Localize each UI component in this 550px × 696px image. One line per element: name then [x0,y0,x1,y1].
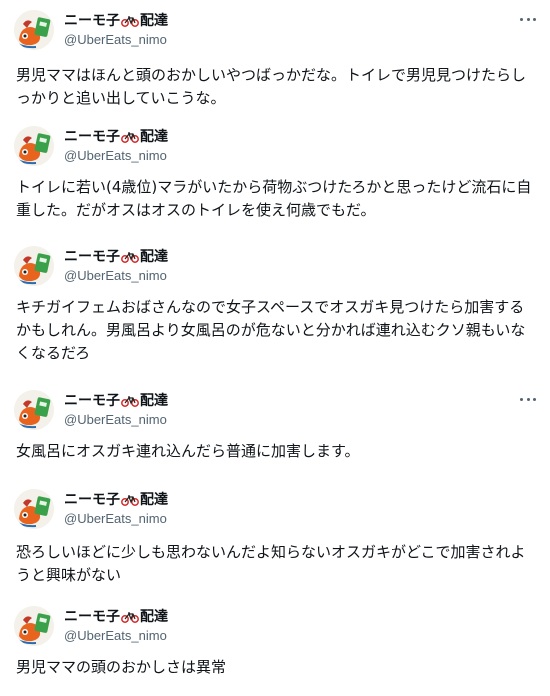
display-name-text: ニーモ子 [64,13,120,29]
display-name-text: ニーモ子 [64,249,120,265]
user-handle[interactable]: @UberEats_nimo [64,32,167,48]
avatar[interactable] [14,606,54,646]
avatar-icon [14,10,54,50]
avatar[interactable] [14,246,54,286]
user-handle[interactable]: @UberEats_nimo [64,628,167,644]
tweet-text: キチガイフェムおばさんなので女子スペースでオスガキ見つけたら加害するかもしれん。… [16,298,526,362]
tweet-text: 男児ママの頭のおかしさは異常 [16,658,227,676]
avatar[interactable] [14,489,54,529]
tweet-text: 恐ろしいほどに少しも思わないんだよ知らないオスガキがどこで加害されようと興味がな… [16,543,526,584]
user-handle[interactable]: @UberEats_nimo [64,148,167,164]
bicycle-icon [121,396,139,407]
display-name-suffix: 配達 [140,129,168,145]
more-options-icon[interactable] [520,396,536,402]
display-name-suffix: 配達 [140,609,168,625]
display-name-suffix: 配達 [140,13,168,29]
avatar[interactable] [14,126,54,166]
avatar-icon [14,489,54,529]
bicycle-icon [121,495,139,506]
display-name[interactable]: ニーモ子 配達 [64,128,168,146]
avatar-icon [14,606,54,646]
avatar-icon [14,126,54,166]
display-name[interactable]: ニーモ子 配達 [64,392,168,410]
user-handle[interactable]: @UberEats_nimo [64,511,167,527]
bicycle-icon [121,252,139,263]
bicycle-icon [121,612,139,623]
bicycle-icon [121,16,139,27]
tweet-text: 女風呂にオスガキ連れ込んだら普通に加害します。 [16,442,360,460]
display-name-suffix: 配達 [140,492,168,508]
tweet-text: トイレに若い(4歳位)マラがいたから荷物ぶつけたろかと思ったけど流石に自重した。… [16,178,532,219]
bicycle-icon [121,132,139,143]
user-handle[interactable]: @UberEats_nimo [64,412,167,428]
avatar[interactable] [14,10,54,50]
more-options-icon[interactable] [520,16,536,22]
user-handle[interactable]: @UberEats_nimo [64,268,167,284]
display-name-text: ニーモ子 [64,393,120,409]
tweet-text: 男児ママはほんと頭のおかしいやつばっかだな。トイレで男児見つけたらしっかりと追い… [16,66,527,107]
display-name-text: ニーモ子 [64,492,120,508]
display-name-text: ニーモ子 [64,609,120,625]
display-name-suffix: 配達 [140,393,168,409]
avatar[interactable] [14,390,54,430]
avatar-icon [14,390,54,430]
avatar-icon [14,246,54,286]
display-name[interactable]: ニーモ子 配達 [64,491,168,509]
display-name[interactable]: ニーモ子 配達 [64,608,168,626]
display-name-text: ニーモ子 [64,129,120,145]
display-name[interactable]: ニーモ子 配達 [64,12,168,30]
tweet-feed: ニーモ子 配達 @UberEats_nimo 男児ママはほんと頭のおかしいやつばっ… [0,0,550,696]
display-name-suffix: 配達 [140,249,168,265]
display-name[interactable]: ニーモ子 配達 [64,248,168,266]
